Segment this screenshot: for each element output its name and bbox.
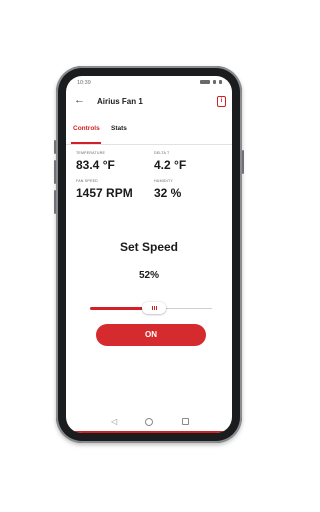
power-button[interactable]: ON [96,324,206,346]
slider-fill [90,307,143,310]
set-speed-title: Set Speed [119,240,179,254]
status-time: 10:39 [77,80,91,86]
tab-bar: Controls Stats [66,118,232,145]
volume-button [54,140,56,154]
info-icon[interactable]: i [217,96,226,107]
slider-thumb[interactable] [142,302,166,314]
delta-t-value: 4.2 °F [154,158,187,172]
wifi-icon [219,80,222,84]
app-bar: ← Airius Fan 1 i [66,90,232,114]
power-key [242,150,244,174]
volume-button [54,160,56,184]
fan-speed-value: 1457 RPM [76,186,133,200]
nav-back-icon[interactable]: ◁ [111,417,117,426]
system-nav-bar: ◁ [66,411,232,433]
tab-stats[interactable]: Stats [111,125,127,132]
signal-icon [213,80,216,84]
nav-recents-icon[interactable] [182,418,189,425]
bixby-button [54,190,56,214]
delta-t-label: DELTA T [154,151,170,155]
active-tab-indicator [71,142,101,144]
grip-icon [152,306,153,310]
humidity-label: HUMIDITY [154,179,173,183]
speed-percent: 52% [138,270,159,281]
status-bar: 10:39 [66,76,232,90]
slider-track [166,308,212,309]
page-title: Airius Fan 1 [97,97,143,106]
temperature-value: 83.4 °F [76,158,115,172]
tab-controls[interactable]: Controls [73,125,100,132]
arrow-left-icon[interactable]: ← [74,94,85,106]
battery-icon [200,80,210,84]
bottom-accent-bar [66,431,232,433]
status-icons [200,80,222,84]
humidity-value: 32 % [154,186,182,200]
nav-home-icon[interactable] [145,418,153,426]
temperature-label: TEMPERATURE [76,151,106,155]
fan-speed-label: FAN SPEED [76,179,98,183]
app-screen: 10:39 ← Airius Fan 1 i Controls Stats TE… [66,76,232,433]
